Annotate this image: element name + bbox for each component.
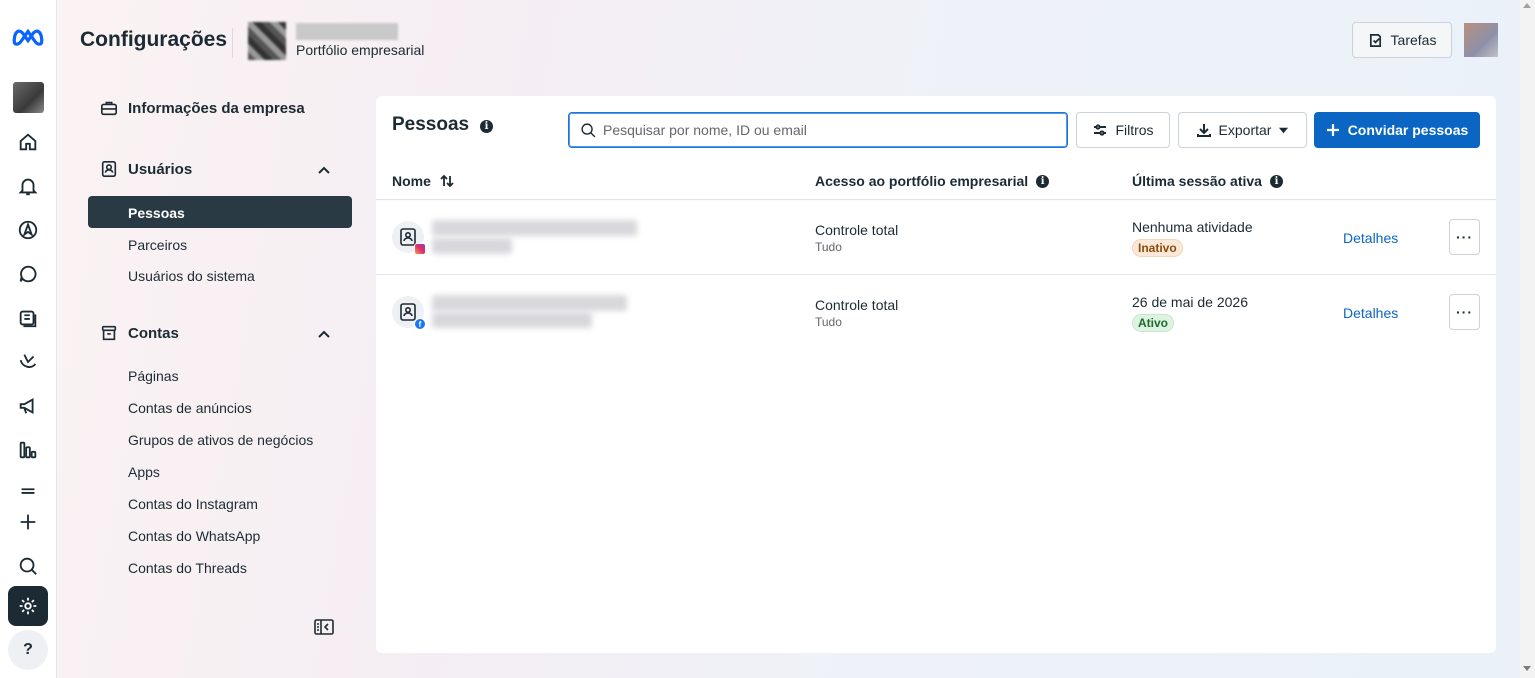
filters-button[interactable]: Filtros: [1076, 112, 1170, 148]
sidebar-item-system-users[interactable]: Usuários do sistema: [128, 268, 255, 284]
column-header-label: Última sessão ativa: [1132, 173, 1262, 189]
chevron-up-icon[interactable]: [316, 326, 332, 342]
search-input[interactable]: [603, 121, 1053, 139]
sidebar-item-pessoas[interactable]: Pessoas: [88, 196, 352, 228]
plus-icon[interactable]: [8, 502, 48, 542]
sidebar-item-apps[interactable]: Apps: [128, 464, 160, 480]
gear-icon[interactable]: [8, 586, 48, 626]
person-name-redacted: [432, 220, 637, 236]
person-name-redacted: [432, 295, 627, 311]
chat-icon[interactable]: [8, 254, 48, 294]
leaf-icon[interactable]: [8, 342, 48, 382]
column-header-label: Acesso ao portfólio empresarial: [815, 173, 1029, 189]
stack-icon[interactable]: [8, 298, 48, 338]
tasks-icon: [1369, 33, 1381, 47]
export-label: Exportar: [1218, 122, 1272, 138]
sidebar-item-threads[interactable]: Contas do Threads: [128, 560, 247, 576]
briefcase-icon: [100, 101, 118, 116]
page-title: Configurações: [80, 28, 228, 51]
header-divider: [232, 28, 233, 58]
access-level: Controle total: [815, 297, 899, 313]
user-avatar[interactable]: [1464, 23, 1498, 57]
more-options-button[interactable]: ···: [1449, 219, 1480, 255]
sidebar-item-ad-accounts[interactable]: Contas de anúncios: [128, 400, 252, 416]
sidebar-section-users[interactable]: Usuários: [100, 160, 192, 178]
chevron-up-icon[interactable]: [316, 162, 332, 178]
portfolio-subtitle: Portfólio empresarial: [296, 42, 425, 58]
access-level: Controle total: [815, 222, 899, 238]
tasks-button[interactable]: Tarefas: [1352, 22, 1452, 58]
person-badge-icon: f: [392, 296, 426, 330]
status-badge: Inativo: [1132, 239, 1183, 257]
scroll-up-arrow-icon[interactable]: [1523, 3, 1531, 8]
info-icon[interactable]: i: [1269, 174, 1283, 188]
sidebar-item-instagram[interactable]: Contas do Instagram: [128, 496, 258, 512]
sort-icon[interactable]: [439, 174, 455, 188]
table-row[interactable]: Controle total Tudo Nenhuma atividade In…: [376, 200, 1496, 275]
facebook-icon: f: [414, 318, 426, 330]
portfolio-name-redacted: [296, 23, 398, 40]
details-link[interactable]: Detalhes: [1343, 230, 1398, 246]
info-icon[interactable]: i: [480, 120, 493, 133]
sidebar-item-parceiros[interactable]: Parceiros: [128, 237, 187, 253]
person-email-redacted: [432, 312, 592, 328]
last-session: Nenhuma atividade: [1132, 219, 1253, 235]
column-header-name[interactable]: Nome: [392, 173, 455, 189]
sidebar-section-accounts[interactable]: Contas: [100, 324, 179, 342]
caret-down-icon: [1279, 127, 1289, 133]
info-icon[interactable]: i: [1036, 174, 1050, 188]
search-icon: [581, 123, 596, 138]
sidebar-item-asset-groups[interactable]: Grupos de ativos de negócios: [128, 432, 313, 448]
sidebar-item-company-info[interactable]: Informações da empresa: [100, 99, 305, 117]
id-badge-icon: [101, 160, 117, 178]
filters-label: Filtros: [1115, 122, 1154, 138]
person-email-redacted: [432, 238, 512, 254]
portfolio-avatar[interactable]: [248, 22, 286, 60]
sliders-icon: [1094, 124, 1107, 136]
sidebar-section-label: Contas: [128, 324, 179, 342]
sidebar-item-pages[interactable]: Páginas: [128, 368, 179, 384]
last-session: 26 de mai de 2026: [1132, 294, 1248, 310]
home-icon[interactable]: [8, 122, 48, 162]
chart-icon[interactable]: [8, 430, 48, 470]
business-avatar[interactable]: [13, 82, 44, 113]
archive-icon: [101, 325, 117, 341]
access-scope: Tudo: [815, 240, 842, 254]
navigation-icon[interactable]: [8, 210, 48, 250]
column-header-label: Nome: [392, 173, 431, 189]
status-badge: Ativo: [1132, 314, 1174, 332]
column-header-access: Acesso ao portfólio empresarial i: [815, 173, 1050, 189]
sidebar-item-whatsapp[interactable]: Contas do WhatsApp: [128, 528, 260, 544]
bell-icon[interactable]: [8, 166, 48, 206]
panel-title: Pessoas: [392, 114, 470, 135]
instagram-icon: [414, 243, 426, 255]
scroll-down-arrow-icon[interactable]: [1523, 666, 1531, 671]
meta-logo-icon[interactable]: [8, 16, 48, 56]
plus-icon: [1326, 124, 1339, 136]
sidebar-item-label: Informações da empresa: [128, 99, 305, 117]
scrollbar[interactable]: [1520, 0, 1535, 678]
invite-people-button[interactable]: Convidar pessoas: [1314, 112, 1480, 148]
collapse-sidebar-icon[interactable]: [314, 618, 334, 636]
help-button[interactable]: ?: [8, 630, 48, 670]
search-icon[interactable]: [8, 546, 48, 586]
table-row[interactable]: f Controle total Tudo 26 de mai de 2026 …: [376, 275, 1496, 350]
sidebar-section-label: Usuários: [128, 160, 193, 178]
column-header-last-session: Última sessão ativa i: [1132, 173, 1283, 189]
search-field[interactable]: [568, 112, 1068, 148]
people-panel: Pessoas i Filtros Exportar Convidar pess…: [376, 96, 1496, 653]
access-scope: Tudo: [815, 315, 842, 329]
sidebar-item-label: Pessoas: [128, 205, 185, 221]
megaphone-icon[interactable]: [8, 386, 48, 426]
invite-label: Convidar pessoas: [1347, 122, 1469, 138]
left-rail: ?: [0, 0, 57, 678]
tasks-label: Tarefas: [1390, 32, 1437, 48]
person-badge-icon: [392, 221, 426, 255]
download-icon: [1196, 124, 1211, 137]
export-button[interactable]: Exportar: [1178, 112, 1307, 148]
more-options-button[interactable]: ···: [1449, 294, 1480, 330]
details-link[interactable]: Detalhes: [1343, 305, 1398, 321]
